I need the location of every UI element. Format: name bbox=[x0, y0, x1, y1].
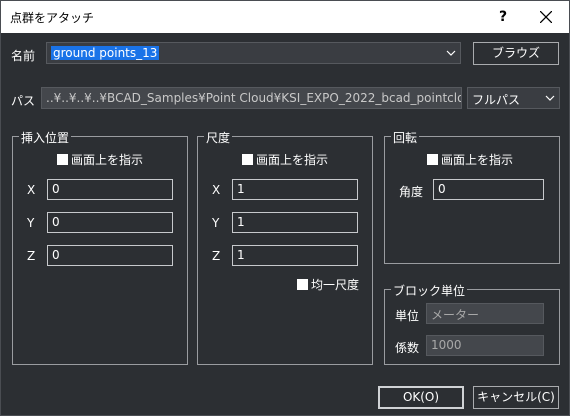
title-bar: 点群をアタッチ ? bbox=[1, 1, 569, 33]
unit-label: 単位 bbox=[395, 309, 420, 323]
close-button[interactable] bbox=[523, 1, 569, 33]
name-value: ground points_13 bbox=[51, 46, 160, 60]
insertion-point-group: 挿入位置 画面上を指示 X 0 Y 0 Z 0 bbox=[12, 129, 188, 365]
insertion-y-label: Y bbox=[27, 216, 35, 230]
path-field: ..¥..¥..¥..¥BCAD_Samples¥Point Cloud¥KSI… bbox=[41, 87, 462, 109]
scale-z-label: Z bbox=[212, 249, 221, 263]
insertion-x-label: X bbox=[27, 183, 36, 197]
close-icon bbox=[540, 11, 552, 23]
angle-input[interactable]: 0 bbox=[433, 179, 544, 200]
path-type-select[interactable]: フルパス bbox=[467, 87, 560, 109]
attach-point-cloud-dialog: 点群をアタッチ ? 名前 ground points_13 ブラウズ パス ..… bbox=[0, 0, 570, 416]
checkbox-box bbox=[242, 154, 253, 165]
chevron-down-icon bbox=[545, 95, 555, 101]
rotation-title: 回転 bbox=[391, 129, 420, 146]
insertion-y-input[interactable]: 0 bbox=[47, 212, 173, 233]
insertion-point-title: 挿入位置 bbox=[19, 129, 72, 146]
insertion-z-label: Z bbox=[27, 249, 36, 263]
insertion-specify-checkbox[interactable]: 画面上を指示 bbox=[57, 151, 143, 168]
scale-group: 尺度 画面上を指示 X 1 Y 1 Z 1 均一尺度 bbox=[197, 129, 373, 365]
block-unit-title: ブロック単位 bbox=[391, 282, 468, 299]
checkbox-label: 画面上を指示 bbox=[256, 153, 329, 167]
rotation-specify-checkbox[interactable]: 画面上を指示 bbox=[427, 151, 513, 168]
path-value: ..¥..¥..¥..¥BCAD_Samples¥Point Cloud¥KSI… bbox=[46, 91, 462, 105]
cancel-button[interactable]: キャンセル(C) bbox=[473, 386, 559, 409]
factor-label: 係数 bbox=[395, 341, 420, 355]
rotation-group: 回転 画面上を指示 角度 0 bbox=[384, 129, 560, 264]
checkbox-box bbox=[297, 279, 308, 290]
scale-x-input[interactable]: 1 bbox=[232, 179, 358, 200]
help-button[interactable]: ? bbox=[483, 1, 523, 33]
ok-button[interactable]: OK(O) bbox=[378, 386, 464, 409]
angle-label: 角度 bbox=[399, 185, 424, 199]
scale-z-input[interactable]: 1 bbox=[232, 245, 358, 266]
unit-field: メーター bbox=[426, 303, 544, 324]
scale-specify-checkbox[interactable]: 画面上を指示 bbox=[242, 151, 328, 168]
scale-title: 尺度 bbox=[204, 129, 233, 146]
checkbox-label: 均一尺度 bbox=[311, 278, 360, 292]
uniform-scale-checkbox[interactable]: 均一尺度 bbox=[297, 276, 359, 293]
path-label: パス bbox=[11, 94, 36, 108]
factor-field: 1000 bbox=[426, 335, 544, 356]
scale-x-label: X bbox=[212, 183, 221, 197]
name-combobox[interactable]: ground points_13 bbox=[46, 42, 461, 64]
window-title: 点群をアタッチ bbox=[10, 11, 95, 25]
chevron-down-icon bbox=[446, 50, 456, 56]
name-label: 名前 bbox=[11, 49, 36, 63]
browse-button[interactable]: ブラウズ bbox=[473, 42, 559, 65]
checkbox-label: 画面上を指示 bbox=[441, 153, 514, 167]
scale-y-label: Y bbox=[212, 216, 220, 230]
insertion-z-input[interactable]: 0 bbox=[47, 245, 173, 266]
scale-y-input[interactable]: 1 bbox=[232, 212, 358, 233]
checkbox-box bbox=[57, 154, 68, 165]
checkbox-box bbox=[427, 154, 438, 165]
insertion-x-input[interactable]: 0 bbox=[47, 179, 173, 200]
path-type-value: フルパス bbox=[472, 93, 521, 107]
checkbox-label: 画面上を指示 bbox=[71, 153, 144, 167]
block-unit-group: ブロック単位 単位 メーター 係数 1000 bbox=[384, 282, 560, 365]
